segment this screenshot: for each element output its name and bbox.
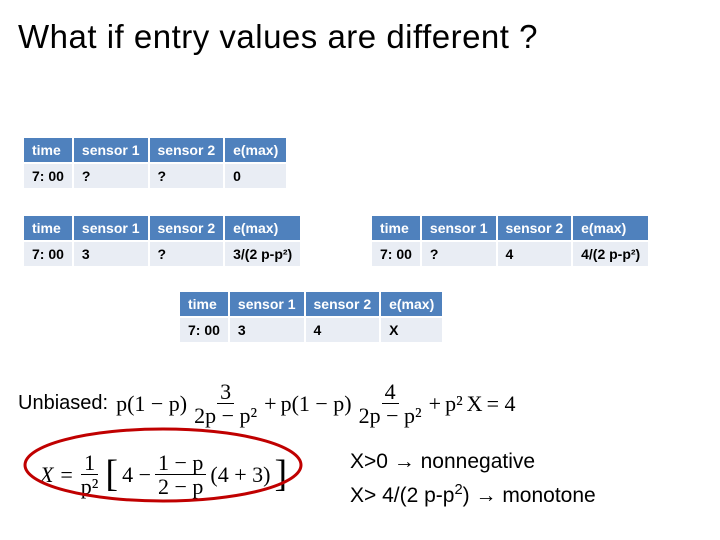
- col-sensor1: sensor 1: [74, 216, 148, 240]
- table-3: time sensor 1 sensor 2 e(max) 7: 00 ? 4 …: [370, 214, 650, 268]
- table-row: 7: 00 3 ? 3/(2 p-p²): [24, 242, 300, 266]
- table-header-row: time sensor 1 sensor 2 e(max): [24, 216, 300, 240]
- mid-frac-den: 2 − p: [155, 475, 206, 498]
- unbiased-equation-row: Unbiased: p(1 − p) 3 2p − p² + p(1 − p) …: [18, 380, 515, 427]
- col-sensor1: sensor 1: [74, 138, 148, 162]
- plus1: +: [264, 391, 276, 417]
- cell-s2: ?: [150, 242, 224, 266]
- x-lhs: X =: [40, 462, 74, 488]
- table-4: time sensor 1 sensor 2 e(max) 7: 00 3 4 …: [178, 290, 444, 344]
- table-header-row: time sensor 1 sensor 2 e(max): [180, 292, 442, 316]
- col-emax: e(max): [225, 216, 300, 240]
- expectation-equation: p(1 − p) 3 2p − p² + p(1 − p) 4 2p − p² …: [116, 380, 515, 427]
- col-time: time: [180, 292, 228, 316]
- cell-s1: ?: [422, 242, 496, 266]
- col-emax: e(max): [225, 138, 286, 162]
- col-sensor2: sensor 2: [150, 216, 224, 240]
- mid-frac: 1 − p 2 − p: [155, 451, 206, 498]
- table-row: 7: 00 3 4 X: [180, 318, 442, 342]
- frac1-num: 3: [217, 380, 234, 404]
- cell-time: 7: 00: [24, 164, 72, 188]
- col-emax: e(max): [381, 292, 442, 316]
- mid-b: (4 + 3): [210, 462, 270, 488]
- var-x: X: [467, 391, 483, 417]
- col-time: time: [372, 216, 420, 240]
- x-outer-den: p²: [78, 475, 102, 498]
- col-sensor2: sensor 2: [306, 292, 380, 316]
- x-equation: X = 1 p² [ 4 − 1 − p 2 − p (4 + 3) ]: [28, 445, 299, 504]
- cell-s1: 3: [230, 318, 304, 342]
- cell-emax: X: [381, 318, 442, 342]
- col-time: time: [24, 216, 72, 240]
- cell-s2: 4: [498, 242, 572, 266]
- cell-s1: ?: [74, 164, 148, 188]
- cell-emax: 0: [225, 164, 286, 188]
- mid-a: 4 −: [122, 462, 151, 488]
- col-sensor1: sensor 1: [422, 216, 496, 240]
- bracket-open: [: [105, 459, 118, 489]
- col-sensor2: sensor 2: [498, 216, 572, 240]
- col-sensor2: sensor 2: [150, 138, 224, 162]
- coef1: p(1 − p): [116, 391, 187, 417]
- frac2-den: 2p − p²: [356, 404, 425, 427]
- cell-time: 7: 00: [372, 242, 420, 266]
- cond-monotone-sup: 2: [454, 482, 462, 498]
- x-outer-frac: 1 p²: [78, 451, 102, 498]
- equals-4: = 4: [487, 391, 516, 417]
- col-sensor1: sensor 1: [230, 292, 304, 316]
- cond-monotone-a: X> 4/(2 p-p: [350, 484, 454, 507]
- coef3: p²: [445, 391, 463, 417]
- conditions: X>0 → nonnegative X> 4/(2 p-p2) → monoto…: [350, 445, 596, 512]
- cell-time: 7: 00: [180, 318, 228, 342]
- mid-frac-num: 1 − p: [155, 451, 206, 475]
- table-header-row: time sensor 1 sensor 2 e(max): [24, 138, 286, 162]
- table-1: time sensor 1 sensor 2 e(max) 7: 00 ? ? …: [22, 136, 288, 190]
- table-row: 7: 00 ? 4 4/(2 p-p²): [372, 242, 648, 266]
- table-2: time sensor 1 sensor 2 e(max) 7: 00 3 ? …: [22, 214, 302, 268]
- plus2: +: [429, 391, 441, 417]
- frac2: 4 2p − p²: [356, 380, 425, 427]
- cond-monotone-b: ) → monotone: [463, 484, 596, 507]
- cond-nonnegative: X>0 → nonnegative: [350, 445, 596, 479]
- cell-s2: ?: [150, 164, 224, 188]
- frac1: 3 2p − p²: [191, 380, 260, 427]
- unbiased-label: Unbiased:: [18, 392, 108, 415]
- col-emax: e(max): [573, 216, 648, 240]
- x-solution-box: X = 1 p² [ 4 − 1 − p 2 − p (4 + 3) ]: [28, 445, 299, 504]
- cell-s2: 4: [306, 318, 380, 342]
- cond-monotone: X> 4/(2 p-p2) → monotone: [350, 479, 596, 513]
- cell-s1: 3: [74, 242, 148, 266]
- coef2: p(1 − p): [281, 391, 352, 417]
- frac1-den: 2p − p²: [191, 404, 260, 427]
- table-header-row: time sensor 1 sensor 2 e(max): [372, 216, 648, 240]
- cell-time: 7: 00: [24, 242, 72, 266]
- table-row: 7: 00 ? ? 0: [24, 164, 286, 188]
- frac2-num: 4: [382, 380, 399, 404]
- slide-title: What if entry values are different ?: [0, 0, 720, 56]
- cell-emax: 4/(2 p-p²): [573, 242, 648, 266]
- bracket-close: ]: [274, 459, 287, 489]
- x-outer-num: 1: [81, 451, 98, 475]
- col-time: time: [24, 138, 72, 162]
- cell-emax: 3/(2 p-p²): [225, 242, 300, 266]
